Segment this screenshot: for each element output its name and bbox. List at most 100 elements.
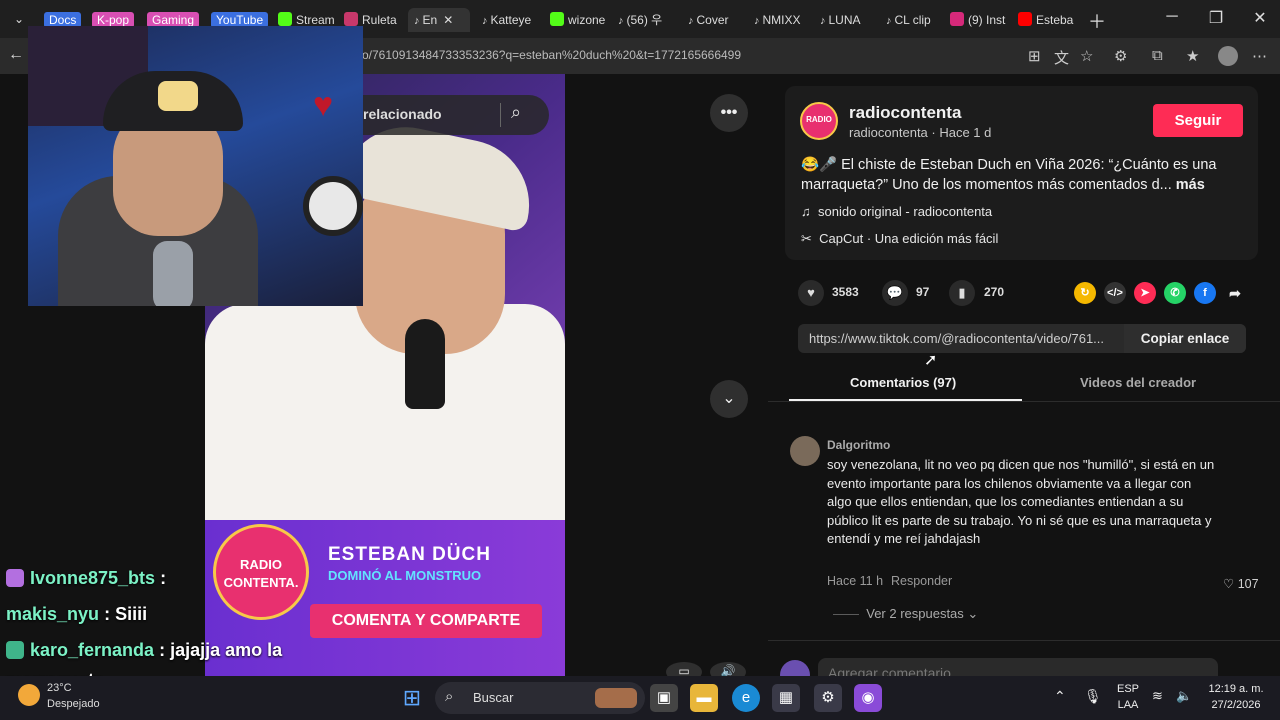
windows-taskbar: 23°C Despejado ⊞ ⌕ Buscar ▣ ▬ e ▦ ⚙ ◉ ⌃ …: [0, 676, 1280, 720]
comment-username[interactable]: Dalgoritmo: [827, 438, 890, 452]
soccer-ball: [303, 176, 363, 236]
whatsapp-icon[interactable]: ✆: [1164, 282, 1186, 304]
more-menu-icon[interactable]: ⋯: [1252, 47, 1267, 65]
post-description: 😂🎤 El chiste de Esteban Duch en Viña 202…: [801, 157, 1217, 193]
music-note-icon: ♫: [801, 204, 811, 219]
cap-logo: [158, 81, 198, 111]
sound-row[interactable]: ♫ sonido original - radiocontenta: [801, 204, 992, 219]
tab-list-button[interactable]: ⌄: [8, 8, 30, 30]
repost-icon[interactable]: ↻: [1074, 282, 1096, 304]
language-top[interactable]: ESP: [1114, 683, 1142, 695]
task-view-icon[interactable]: ▣: [650, 684, 678, 712]
taskbar-search[interactable]: ⌕ Buscar: [435, 682, 645, 714]
tabs-divider: [768, 401, 1280, 402]
send-icon[interactable]: ➤: [1134, 282, 1156, 304]
post-meta: radiocontenta · Hace 1 d: [849, 125, 992, 140]
language-bottom[interactable]: LAA: [1114, 699, 1142, 711]
clock-time[interactable]: 12:19 a. m.: [1202, 683, 1270, 695]
minimize-icon[interactable]: ─: [1152, 8, 1192, 26]
tiktok-icon: ♪: [754, 15, 760, 27]
radio-contenta-logo: RADIO CONTENTA.: [213, 524, 309, 620]
tab-instagram[interactable]: (9) Inst: [950, 8, 1012, 32]
chevron-down-icon: ⌄: [967, 606, 979, 621]
profile-avatar[interactable]: [1218, 46, 1238, 66]
video-overlay-subtitle: DOMINÓ AL MONSTRUO: [328, 568, 482, 583]
share-link-box: https://www.tiktok.com/@radiocontenta/vi…: [798, 324, 1246, 353]
dash-line: ——: [833, 606, 859, 621]
chevron-down-icon[interactable]: ⌄: [710, 380, 748, 418]
channel-name[interactable]: radiocontenta: [849, 103, 961, 123]
weather-sun-icon[interactable]: [18, 684, 40, 706]
speaker-icon[interactable]: 🔈: [1176, 688, 1192, 704]
related-search-pill[interactable]: relacionado ⌕: [363, 95, 549, 135]
url-text[interactable]: o/7610913484733353236?q=esteban%20duch%2…: [362, 48, 741, 62]
video-overlay-cta: COMENTA Y COMPARTE: [310, 604, 542, 638]
favorite-star-icon[interactable]: ☆: [1080, 47, 1093, 65]
webcam-microphone: [153, 241, 193, 306]
translate-icon[interactable]: 文: [1054, 47, 1069, 68]
heart-outline-icon: ♡: [1223, 577, 1235, 591]
favorites-icon[interactable]: ★: [1186, 47, 1199, 65]
wifi-icon[interactable]: ≋: [1152, 688, 1163, 704]
share-arrow-icon[interactable]: ➦: [1224, 282, 1246, 304]
edge-icon[interactable]: e: [732, 684, 760, 712]
tiktok-icon: ♪: [414, 15, 420, 27]
comment-time: Hace 11 h: [827, 574, 884, 588]
tab-comments[interactable]: Comentarios (97): [850, 375, 956, 390]
store-icon[interactable]: ▦: [772, 684, 800, 712]
extensions-icon[interactable]: ⚙: [1114, 47, 1127, 65]
saves-count: 270: [984, 285, 1005, 299]
kick-icon: [550, 12, 564, 26]
chat-badge-icon: [6, 569, 24, 587]
reply-button[interactable]: Responder: [891, 574, 952, 588]
more-options-icon[interactable]: •••: [710, 94, 748, 132]
streamer-webcam: ♥: [28, 26, 363, 306]
tab-luna[interactable]: ♪ LUNA: [820, 8, 876, 32]
channel-avatar[interactable]: RADIO: [800, 102, 838, 140]
search-highlight-image: [595, 688, 637, 708]
settings-icon[interactable]: ⚙: [814, 684, 842, 712]
tab-cover[interactable]: ♪ Cover: [688, 8, 744, 32]
comment-avatar[interactable]: [790, 436, 820, 466]
back-arrow-icon[interactable]: ←: [8, 46, 24, 64]
search-icon[interactable]: ⌕: [511, 102, 521, 123]
split-screen-icon[interactable]: ⧉: [1152, 47, 1163, 64]
bookmark-icon[interactable]: ▮: [949, 280, 975, 306]
clock-date[interactable]: 27/2/2026: [1202, 699, 1270, 711]
tiktok-icon: ♪: [618, 15, 624, 27]
tab-cl-clip[interactable]: ♪ CL clip: [886, 8, 944, 32]
heart-icon[interactable]: ♥: [798, 280, 824, 306]
close-window-icon[interactable]: ✕: [1240, 8, 1280, 28]
tab-active-tiktok[interactable]: ♪ En ✕: [408, 8, 470, 32]
tab-youtube-esteban[interactable]: Esteba: [1018, 8, 1076, 32]
tab-katteye[interactable]: ♪ Katteye: [482, 8, 540, 32]
new-tab-button[interactable]: ＋: [1088, 8, 1106, 34]
file-explorer-icon[interactable]: ▬: [690, 684, 718, 712]
instagram-icon: [950, 12, 964, 26]
copy-link-button[interactable]: Copiar enlace: [1124, 324, 1246, 353]
capcut-row[interactable]: ✂ CapCut · Una edición más fácil: [801, 231, 998, 247]
tiktok-icon: ♪: [482, 15, 488, 27]
tab-wizone[interactable]: wizone: [550, 8, 608, 32]
tab-creator-videos[interactable]: Videos del creador: [1080, 375, 1196, 390]
close-tab-icon[interactable]: ✕: [443, 13, 453, 27]
likes-count: 3583: [832, 285, 859, 299]
maximize-icon[interactable]: ❐: [1196, 8, 1236, 28]
obs-icon[interactable]: ◉: [854, 684, 882, 712]
microphone-icon[interactable]: 🎙: [1084, 688, 1102, 705]
chevron-up-icon[interactable]: ⌃: [1054, 688, 1066, 705]
windows-start-icon[interactable]: ⊞: [398, 684, 426, 712]
comment-icon[interactable]: 💬: [882, 280, 908, 306]
facebook-icon[interactable]: f: [1194, 282, 1216, 304]
tab-nmixx[interactable]: ♪ NMIXX: [754, 8, 810, 32]
capcut-icon: ✂: [801, 231, 812, 246]
more-link[interactable]: más: [1176, 177, 1205, 193]
video-overlay-title: ESTEBAN DÜCH: [328, 544, 491, 565]
view-replies[interactable]: —— Ver 2 respuestas ⌄: [833, 606, 978, 622]
follow-button[interactable]: Seguir: [1153, 104, 1243, 137]
tab-56[interactable]: ♪ (56) 우: [618, 8, 676, 32]
apps-icon[interactable]: ⊞: [1028, 47, 1041, 65]
embed-icon[interactable]: </>: [1104, 282, 1126, 304]
share-link-text[interactable]: https://www.tiktok.com/@radiocontenta/vi…: [809, 331, 1125, 346]
comment-like[interactable]: ♡ 107: [1223, 576, 1259, 591]
